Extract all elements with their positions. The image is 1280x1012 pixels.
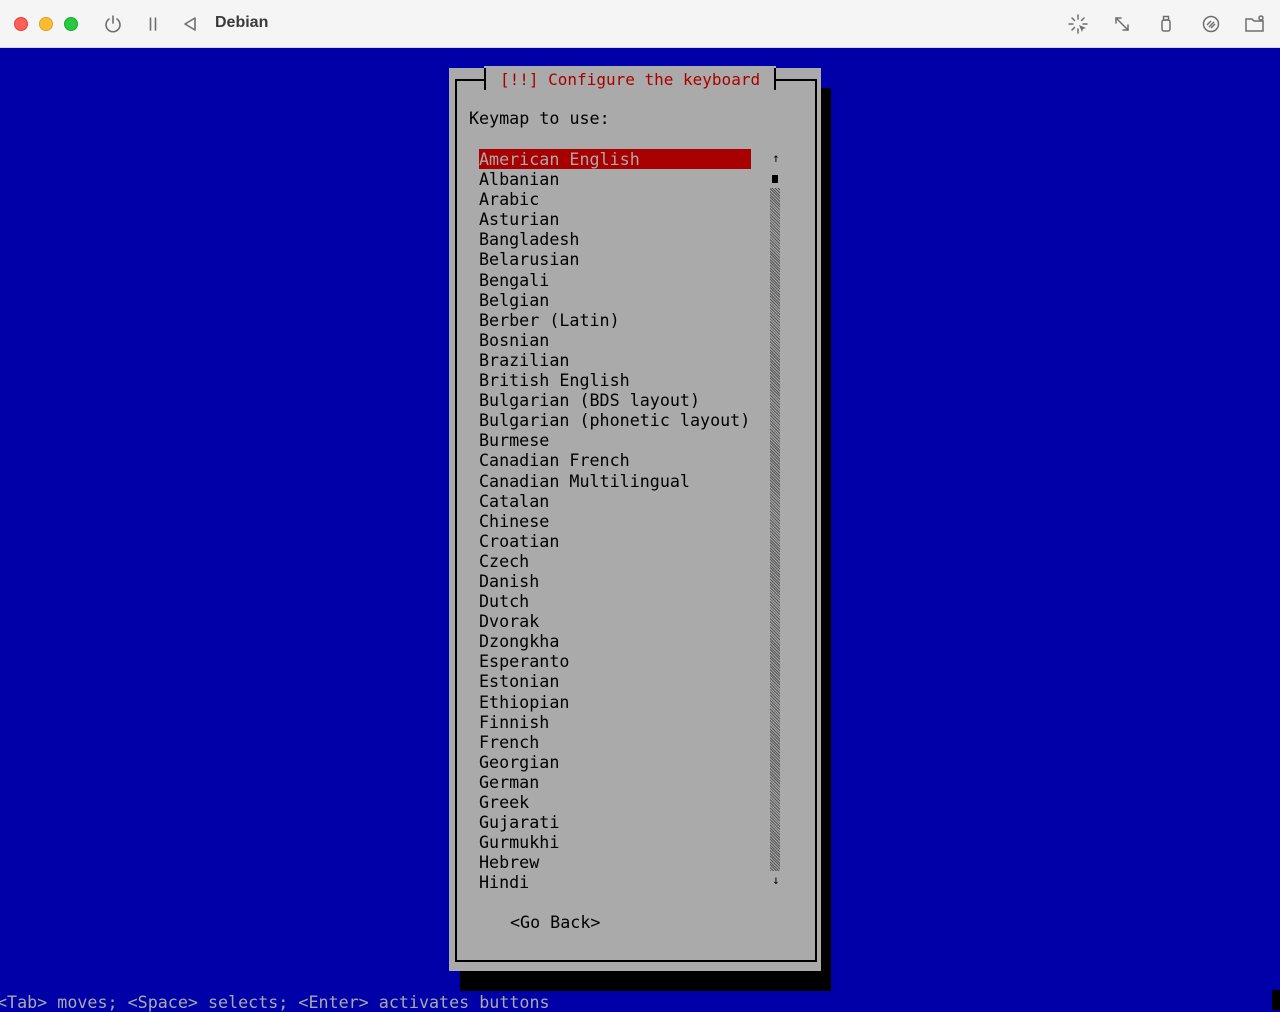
keymap-option[interactable]: Hindi [479,872,751,892]
keymap-option[interactable]: British English [479,370,751,390]
close-window-button[interactable] [14,17,28,31]
keymap-option[interactable]: Estonian [479,671,751,691]
keymap-option[interactable]: Dzongkha [479,631,751,651]
keymap-option[interactable]: Asturian [479,209,751,229]
keymap-option[interactable]: German [479,772,751,792]
window-titlebar: Debian [0,0,1280,48]
keymap-option[interactable]: Catalan [479,491,751,511]
keymap-option[interactable]: Dvorak [479,611,751,631]
keymap-option[interactable]: Burmese [479,430,751,450]
dialog-title: [!!] Configure the keyboard [500,69,761,89]
keymap-option[interactable]: Hebrew [479,852,751,872]
keymap-option[interactable]: Croatian [479,531,751,551]
scroll-up-arrow[interactable]: ↑ [770,152,782,164]
title-right-tick [774,68,777,90]
window-title: Debian [215,14,269,31]
scroll-thumb[interactable] [772,175,778,183]
keymap-option[interactable]: Brazilian [479,350,751,370]
power-icon[interactable] [101,12,125,36]
keymap-option[interactable]: Bengali [479,270,751,290]
keymap-option[interactable]: Gujarati [479,812,751,832]
scroll-track[interactable] [770,188,780,871]
keymap-option[interactable]: French [479,732,751,752]
shared-folder-icon[interactable] [1243,12,1267,36]
keymap-option[interactable]: Arabic [479,189,751,209]
resize-icon[interactable] [1110,12,1134,36]
keymap-option[interactable]: Danish [479,571,751,591]
usb-device-icon[interactable] [1154,12,1178,36]
keymap-option[interactable]: Gurmukhi [479,832,751,852]
keymap-option[interactable]: Czech [479,551,751,571]
keymap-option[interactable]: Canadian Multilingual [479,471,751,491]
minimize-window-button[interactable] [39,17,53,31]
zoom-window-button[interactable] [64,17,78,31]
sound-icon[interactable] [1199,12,1223,36]
keymap-option[interactable]: Greek [479,792,751,812]
keymap-option[interactable]: Georgian [479,752,751,772]
keymap-option[interactable]: Ethiopian [479,692,751,712]
back-icon[interactable] [178,12,202,36]
cursor-block [1272,990,1280,1010]
keymap-scrollbar[interactable]: ↑ ↓ [770,150,782,890]
keymap-option[interactable]: Finnish [479,712,751,732]
keymap-prompt: Keymap to use: [469,108,610,128]
keymap-option[interactable]: Bulgarian (phonetic layout) [479,410,751,430]
capture-cursor-icon[interactable] [1066,12,1090,36]
keymap-option[interactable]: Belgian [479,290,751,310]
keymap-option[interactable]: Canadian French [479,450,751,470]
keymap-option[interactable]: Bosnian [479,330,751,350]
keymap-option[interactable]: Chinese [479,511,751,531]
keymap-list[interactable]: American English Albanian Arabic Asturian Ba… [479,149,751,892]
keymap-option[interactable]: Bulgarian (BDS layout) [479,390,751,410]
pause-icon[interactable] [141,12,165,36]
keymap-option[interactable]: Esperanto [479,651,751,671]
dialog-title-bar: [!!] Configure the keyboard [484,66,777,92]
keymap-option[interactable]: Albanian [479,169,751,189]
keymap-option[interactable]: Bangladesh [479,229,751,249]
status-help-line: <Tab> moves; <Space> selects; <Enter> ac… [0,992,550,1012]
keymap-option[interactable]: Berber (Latin) [479,310,751,330]
go-back-button[interactable]: <Go Back> [510,912,600,932]
keymap-option[interactable]: American English [479,149,751,170]
keymap-option[interactable]: Dutch [479,591,751,611]
scroll-down-arrow[interactable]: ↓ [770,874,782,886]
keymap-option[interactable]: Belarusian [479,249,751,269]
